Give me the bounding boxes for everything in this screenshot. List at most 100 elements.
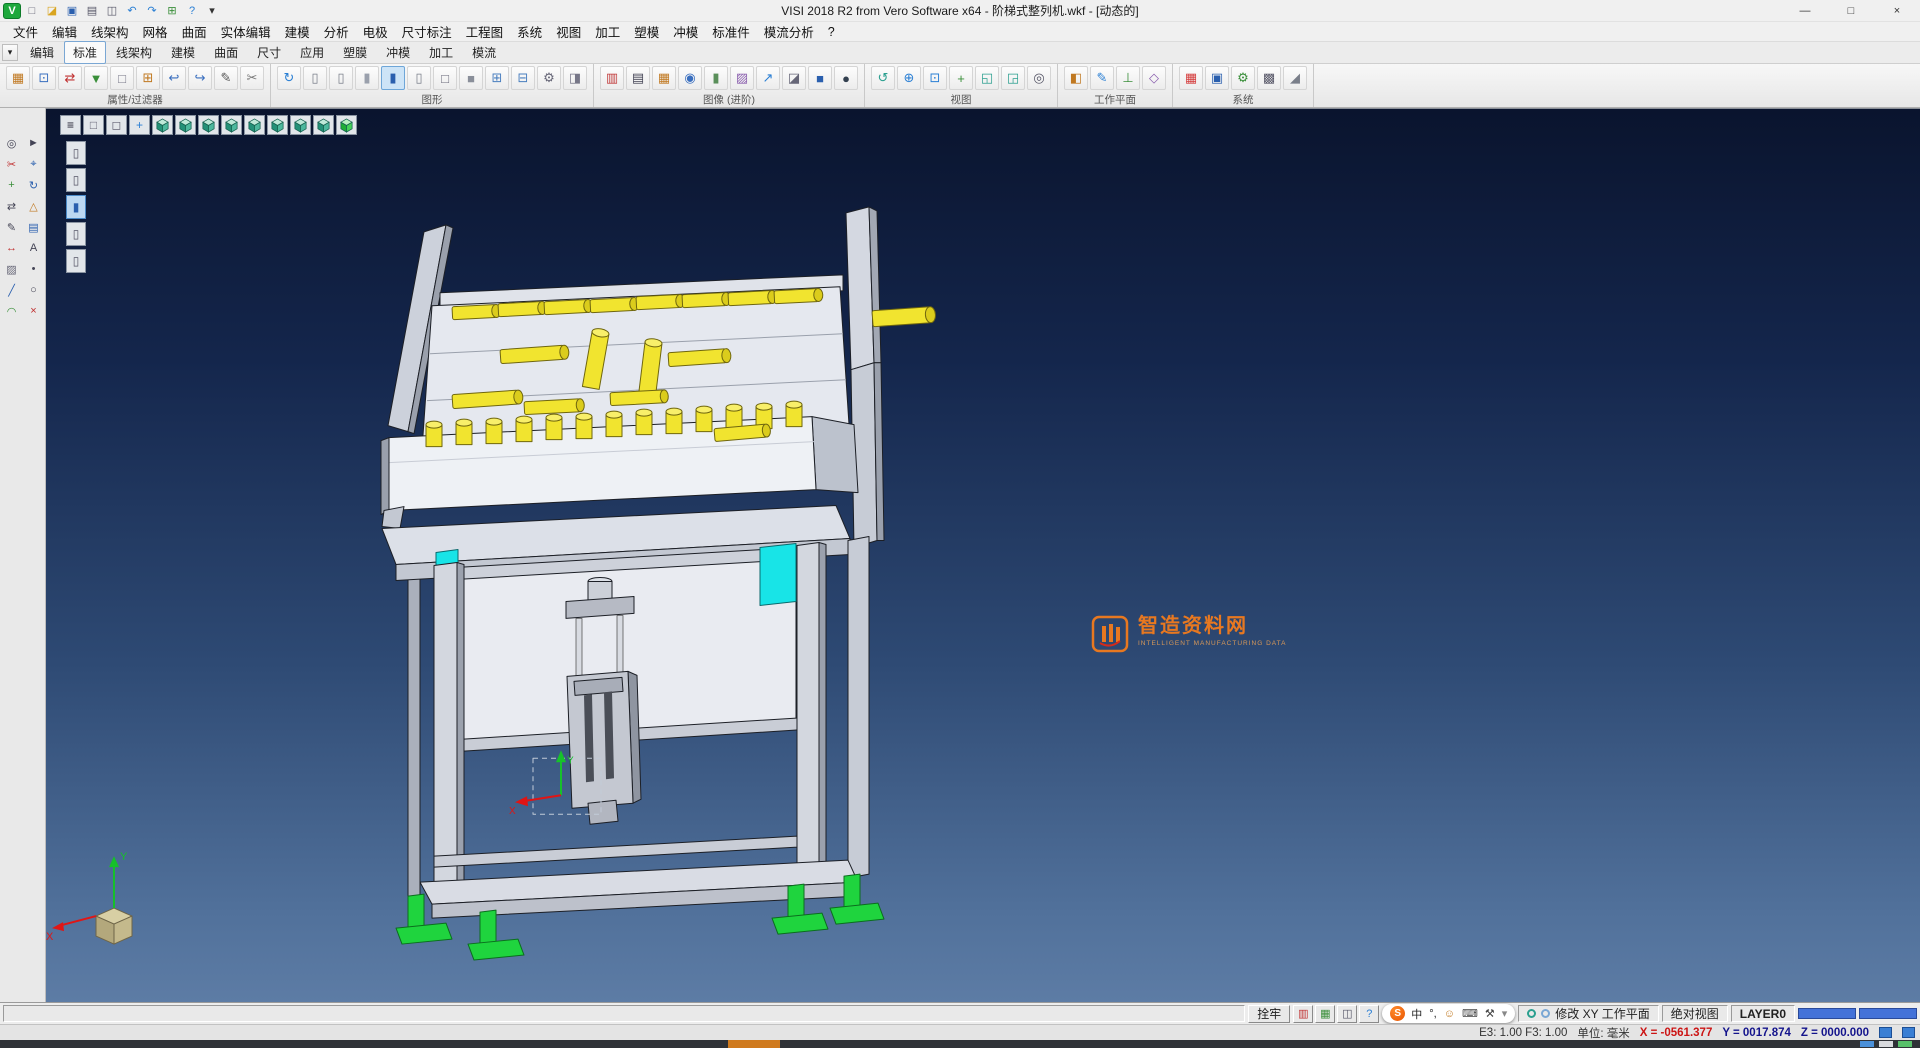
taskbar-tray[interactable] [1860,1041,1912,1047]
floatstrip-clipboard-1-button[interactable]: ▯ [66,141,86,165]
palette-hatch-button[interactable]: ▨ [2,260,21,278]
menu-item-19[interactable]: ? [821,23,842,41]
tab-7[interactable]: 应用 [291,41,333,64]
tray-icon-green[interactable] [1898,1041,1912,1047]
palette-zoom-select-button[interactable]: ◎ [2,134,21,152]
menu-item-12[interactable]: 系统 [510,20,549,43]
ribbon-workplane-normal-button[interactable]: ⊥ [1116,66,1140,90]
ribbon-zoom-fit-button[interactable]: ⊡ [923,66,947,90]
ribbon-rotate-view-button[interactable]: ↺ [871,66,895,90]
qat-redo-button[interactable]: ↷ [143,3,161,19]
ribbon-hidden-line-cylinder-button[interactable]: ▯ [329,66,353,90]
menu-item-18[interactable]: 模流分析 [757,20,821,43]
qat-print-preview-button[interactable]: ◫ [103,3,121,19]
menu-item-13[interactable]: 视图 [549,20,588,43]
ribbon-attributes-button[interactable]: ▦ [6,66,30,90]
ribbon-system-settings-button[interactable]: ⚙ [1231,66,1255,90]
palette-dimension-button[interactable]: ↔ [2,239,21,257]
ime-mode-icon[interactable]: 中 [1411,1006,1422,1022]
ribbon-clip-plane-button[interactable]: ◪ [782,66,806,90]
status-info-button[interactable]: ? [1359,1005,1379,1023]
floatstrip-clipboard-4-button[interactable]: ▯ [66,222,86,246]
palette-delete-button[interactable]: × [24,302,43,320]
floatstrip-clipboard-5-button[interactable]: ▯ [66,249,86,273]
windows-taskbar[interactable] [0,1040,1920,1048]
ime-keyboard-icon[interactable]: ⌨ [1462,1006,1478,1022]
viewbar-view-cube-iso-button[interactable] [152,115,173,135]
ime-emoji-icon[interactable]: ☺ [1444,1006,1455,1022]
menu-item-8[interactable]: 分析 [317,20,356,43]
menu-item-11[interactable]: 工程图 [459,20,511,43]
active-layer-label[interactable]: LAYER0 [1731,1005,1795,1022]
palette-circle-button[interactable]: ○ [24,281,43,299]
ribbon-swap-attributes-button[interactable]: ⇄ [58,66,82,90]
menu-item-4[interactable]: 网格 [136,20,175,43]
palette-rotate-button[interactable]: ↻ [24,176,43,194]
ribbon-view-front-button[interactable]: ◱ [975,66,999,90]
tab-5[interactable]: 曲面 [205,41,247,64]
menu-item-14[interactable]: 加工 [588,20,627,43]
status-capture-button[interactable]: ◫ [1337,1005,1357,1023]
tab-3[interactable]: 线架构 [107,41,161,64]
ime-punct-icon[interactable]: °, [1429,1006,1436,1022]
taskbar-app-orange[interactable] [728,1040,780,1048]
menu-item-7[interactable]: 建模 [278,20,317,43]
ribbon-select-next-button[interactable]: ↪ [188,66,212,90]
sogou-logo-icon[interactable]: S [1390,1006,1405,1021]
qat-new-file-button[interactable]: □ [23,3,41,19]
ribbon-workplane-edit-button[interactable]: ✎ [1090,66,1114,90]
ribbon-select-previous-button[interactable]: ↩ [162,66,186,90]
ribbon-pan-button[interactable]: + [949,66,973,90]
palette-sketch-button[interactable]: ✎ [2,218,21,236]
ribbon-view-camera-button[interactable]: ◎ [1027,66,1051,90]
tab-8[interactable]: 塑膜 [334,41,376,64]
viewbar-view-cube-iso2-button[interactable] [313,115,334,135]
ribbon-workplane-xy-button[interactable]: ◧ [1064,66,1088,90]
status-plot-button[interactable]: ▥ [1293,1005,1313,1023]
ribbon-render-quality-button[interactable]: ▮ [704,66,728,90]
tray-icon-blue[interactable] [1860,1041,1874,1047]
menu-item-10[interactable]: 尺寸标注 [395,20,459,43]
palette-snap-button[interactable]: ⌖ [24,155,43,173]
ribbon-snapshot-camera-button[interactable]: ◉ [678,66,702,90]
viewbar-view-paper-button[interactable]: ◻ [106,115,127,135]
ribbon-animation-button[interactable]: ▤ [626,66,650,90]
ribbon-edit-attributes-button[interactable]: ✎ [214,66,238,90]
ime-tools-icon[interactable]: ⚒ [1485,1006,1495,1022]
ribbon-histogram-button[interactable]: ▥ [600,66,624,90]
ribbon-workplane-3d-button[interactable]: ◇ [1142,66,1166,90]
qat-save-file-button[interactable]: ▣ [63,3,81,19]
viewbar-view-cube-front-button[interactable] [175,115,196,135]
ribbon-shaded-cylinder-button[interactable]: ▮ [355,66,379,90]
ribbon-measure-arrow-button[interactable]: ↗ [756,66,780,90]
close-button[interactable]: × [1874,0,1920,21]
ribbon-attribute-copy-button[interactable]: ⊡ [32,66,56,90]
viewbar-view-cube-top-button[interactable] [267,115,288,135]
tray-icon-white[interactable] [1879,1041,1893,1047]
tab-dropdown-icon[interactable]: ▾ [2,44,18,61]
prompt-dot-icon[interactable] [1527,1009,1536,1018]
palette-pick-button[interactable]: ► [24,134,43,152]
tab-9[interactable]: 冲模 [377,41,419,64]
prompt-dot2-icon[interactable] [1541,1009,1550,1018]
viewbar-view-blank-button[interactable]: □ [83,115,104,135]
ribbon-texture-button[interactable]: ▨ [730,66,754,90]
ribbon-filter-select-button[interactable]: ▼ [84,66,108,90]
view-mode-button[interactable]: 绝对视图 [1662,1005,1728,1022]
qat-undo-button[interactable]: ↶ [123,3,141,19]
qat-visi-logo-button[interactable]: V [3,3,21,19]
ribbon-view-settings-button[interactable]: ⚙ [537,66,561,90]
lock-button[interactable]: 拴牢 [1248,1005,1290,1023]
ribbon-half-shade-button[interactable]: ◨ [563,66,587,90]
layer-color-bar[interactable] [1798,1008,1856,1019]
menu-item-5[interactable]: 曲面 [175,20,214,43]
ribbon-shaded-edges-button[interactable]: ▮ [381,66,405,90]
menu-item-15[interactable]: 塑模 [627,20,666,43]
ribbon-selection-grid-button[interactable]: ⊞ [136,66,160,90]
menu-item-16[interactable]: 冲模 [666,20,705,43]
palette-point-button[interactable]: • [24,260,43,278]
ribbon-checker-button[interactable]: ▩ [1257,66,1281,90]
palette-trim-button[interactable]: ✂ [2,155,21,173]
tab-10[interactable]: 加工 [420,41,462,64]
ribbon-advanced-palette-button[interactable]: ▦ [652,66,676,90]
